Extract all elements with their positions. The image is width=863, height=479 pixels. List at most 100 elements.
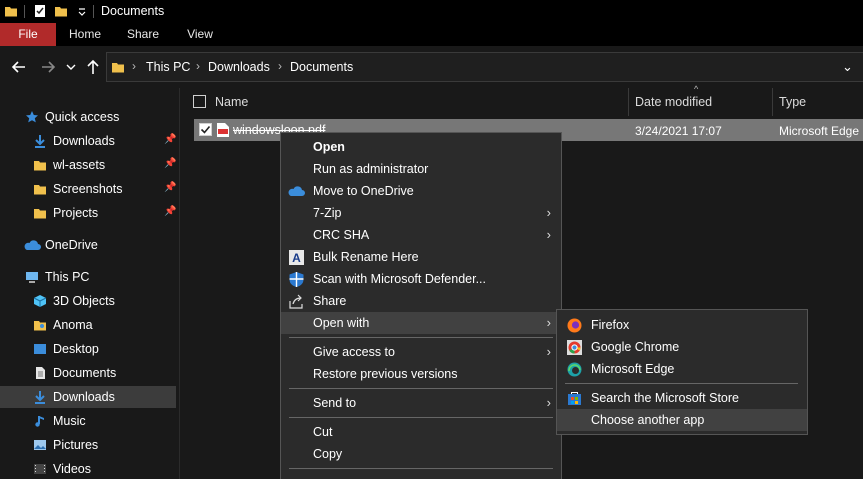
- navigation-pane: Quick access Downloads 📌 wl-assets 📌 Scr…: [0, 104, 180, 479]
- back-arrow-icon[interactable]: [10, 58, 28, 76]
- menu-item-label: Scan with Microsoft Defender...: [313, 272, 486, 286]
- menu-separator: [289, 417, 553, 418]
- svg-text:A: A: [292, 251, 301, 265]
- breadcrumb-this-pc[interactable]: This PC: [146, 60, 190, 74]
- sidebar-item-downloads[interactable]: Downloads: [0, 386, 176, 408]
- new-folder-icon[interactable]: [54, 4, 68, 18]
- forward-arrow-icon[interactable]: [39, 58, 57, 76]
- column-divider[interactable]: [772, 88, 773, 116]
- sidebar-item-desktop[interactable]: Desktop: [0, 338, 176, 360]
- menu-item-move-to-onedrive[interactable]: Move to OneDrive: [281, 180, 561, 202]
- ribbon-tabs: File Home Share View: [0, 23, 863, 46]
- sidebar-item-label: Pictures: [53, 438, 99, 452]
- menu-item-label: Open: [313, 140, 345, 154]
- menu-item-run-as-administrator[interactable]: Run as administrator: [281, 158, 561, 180]
- menu-item-copy[interactable]: Copy: [281, 443, 561, 465]
- menu-separator: [565, 383, 798, 384]
- star-icon: [26, 111, 38, 123]
- menu-item-label: Cut: [313, 425, 333, 439]
- sidebar-item-label: Downloads: [53, 390, 115, 404]
- breadcrumb-chevron-icon[interactable]: ›: [196, 59, 200, 73]
- menu-item-crc-sha[interactable]: CRC SHA ›: [281, 224, 561, 246]
- recent-locations-chevron-icon[interactable]: [64, 58, 78, 76]
- cube-icon: [33, 295, 47, 307]
- menu-item-share[interactable]: Share: [281, 290, 561, 312]
- sidebar-item-screenshots[interactable]: Screenshots 📌: [0, 178, 176, 200]
- folder-icon: [34, 209, 46, 219]
- menu-item-give-access-to[interactable]: Give access to ›: [281, 341, 561, 363]
- column-header-type[interactable]: Type: [779, 95, 806, 109]
- desktop-icon: [34, 344, 46, 354]
- sidebar-item-onedrive[interactable]: OneDrive: [0, 234, 176, 256]
- sidebar-item-documents[interactable]: Documents: [0, 362, 176, 384]
- pdf-file-icon: [217, 123, 229, 137]
- sidebar-item-music[interactable]: Music: [0, 410, 176, 432]
- folder-icon: [34, 185, 46, 195]
- select-all-checkbox[interactable]: [193, 95, 206, 108]
- breadcrumb-chevron-icon[interactable]: ›: [132, 59, 136, 73]
- sidebar-item-projects[interactable]: Projects 📌: [0, 202, 176, 224]
- submenu-arrow-icon: ›: [546, 205, 551, 220]
- sidebar-item-label: Music: [53, 414, 86, 428]
- address-bar[interactable]: › This PC › Downloads › Documents ⌄: [106, 52, 863, 82]
- submenu-item-label: Choose another app: [591, 413, 705, 427]
- menu-item-open[interactable]: Open: [281, 136, 561, 158]
- sidebar-item-videos[interactable]: Videos: [0, 458, 176, 479]
- submenu-item-choose-another-app[interactable]: Choose another app: [557, 409, 807, 431]
- menu-item-7-zip[interactable]: 7-Zip ›: [281, 202, 561, 224]
- up-arrow-icon[interactable]: [84, 58, 102, 76]
- sidebar-item-label: OneDrive: [45, 238, 98, 252]
- sort-ascending-icon: ^: [694, 84, 699, 94]
- column-header-date-modified[interactable]: Date modified: [635, 95, 712, 109]
- sidebar-item-3d-objects[interactable]: 3D Objects: [0, 290, 176, 312]
- menu-item-open-with[interactable]: Open with ›: [281, 312, 561, 334]
- sidebar-item-label: Downloads: [53, 134, 115, 148]
- breadcrumb-chevron-icon[interactable]: ›: [278, 59, 282, 73]
- tab-share[interactable]: Share: [118, 23, 168, 46]
- cloud-icon: [24, 240, 41, 250]
- title-separator: [24, 5, 25, 18]
- submenu-item-search-store[interactable]: Search the Microsoft Store: [557, 387, 807, 409]
- menu-item-send-to[interactable]: Send to ›: [281, 392, 561, 414]
- breadcrumb-documents[interactable]: Documents: [290, 60, 353, 74]
- sidebar-item-anoma[interactable]: Anoma: [0, 314, 176, 336]
- pane-divider[interactable]: [179, 88, 180, 479]
- properties-icon[interactable]: [33, 4, 47, 18]
- download-arrow-icon: [35, 391, 45, 404]
- pictures-icon: [34, 440, 46, 450]
- menu-item-restore-previous-versions[interactable]: Restore previous versions: [281, 363, 561, 385]
- user-folder-icon: [34, 321, 46, 331]
- submenu-item-microsoft-edge[interactable]: Microsoft Edge: [557, 358, 807, 380]
- tab-view[interactable]: View: [176, 23, 224, 46]
- menu-item-label: Share: [313, 294, 347, 308]
- sidebar-item-pictures[interactable]: Pictures: [0, 434, 176, 456]
- sidebar-item-wl-assets[interactable]: wl-assets 📌: [0, 154, 176, 176]
- sidebar-item-downloads-pinned[interactable]: Downloads 📌: [0, 130, 176, 152]
- tab-file[interactable]: File: [0, 23, 56, 46]
- column-header-name[interactable]: Name: [215, 95, 248, 109]
- title-separator: [93, 5, 94, 18]
- breadcrumb-downloads[interactable]: Downloads: [208, 60, 270, 74]
- menu-item-label: Bulk Rename Here: [313, 250, 419, 264]
- submenu-item-firefox[interactable]: Firefox: [557, 314, 807, 336]
- submenu-item-google-chrome[interactable]: Google Chrome: [557, 336, 807, 358]
- folder-icon: [5, 7, 17, 17]
- menu-separator: [289, 337, 553, 338]
- file-row-checkbox[interactable]: [199, 123, 212, 136]
- sidebar-item-this-pc[interactable]: This PC: [0, 266, 176, 288]
- column-divider[interactable]: [628, 88, 629, 116]
- menu-item-bulk-rename-here[interactable]: A Bulk Rename Here: [281, 246, 561, 268]
- pin-icon: 📌: [164, 182, 177, 193]
- title-bar: Documents: [0, 0, 863, 23]
- menu-item-label: Give access to: [313, 345, 395, 359]
- menu-item-label: CRC SHA: [313, 228, 370, 242]
- tab-home[interactable]: Home: [60, 23, 110, 46]
- address-dropdown-chevron-icon[interactable]: ⌄: [842, 59, 853, 75]
- store-icon: [568, 392, 581, 405]
- menu-item-scan-with-defender[interactable]: Scan with Microsoft Defender...: [281, 268, 561, 290]
- menu-item-label: Open with: [313, 316, 370, 330]
- pin-icon: 📌: [164, 134, 177, 145]
- sidebar-item-quick-access[interactable]: Quick access: [0, 106, 176, 128]
- menu-item-cut[interactable]: Cut: [281, 421, 561, 443]
- chevron-down-icon[interactable]: [75, 4, 89, 18]
